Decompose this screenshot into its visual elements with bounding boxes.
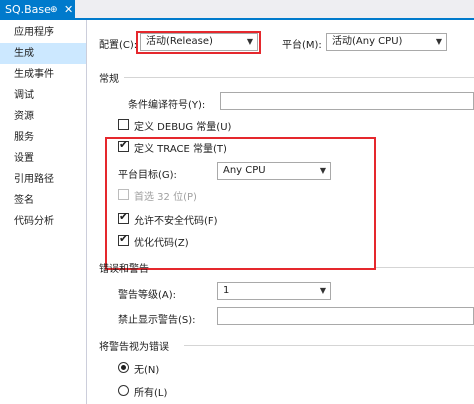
- nav-item-reference-paths[interactable]: 引用路径: [0, 169, 86, 190]
- allow-unsafe-label: 允许不安全代码(F): [134, 216, 218, 227]
- check-icon: ✔: [119, 138, 129, 151]
- nav-item-settings[interactable]: 设置: [0, 148, 86, 169]
- suppress-warnings-label: 禁止显示警告(S):: [118, 315, 196, 326]
- section-title-general: 常规: [99, 74, 119, 85]
- suppress-warnings-input[interactable]: [217, 307, 474, 325]
- define-trace-label: 定义 TRACE 常量(T): [134, 144, 227, 155]
- optimize-code-checkbox[interactable]: ✔: [118, 232, 129, 246]
- platform-value: 活动(Any CPU): [332, 36, 403, 47]
- nav-item-services[interactable]: 服务: [0, 127, 86, 148]
- document-tab[interactable]: SQ.Base ⊕ ✕: [0, 0, 75, 20]
- close-icon[interactable]: ✕: [64, 0, 73, 20]
- treat-warnings-all-label: 所有(L): [134, 388, 168, 399]
- section-title-errors-warnings: 错误和警告: [99, 264, 149, 275]
- nav-item-resources[interactable]: 资源: [0, 106, 86, 127]
- prefer-32bit-label: 首选 32 位(P): [134, 192, 197, 203]
- section-divider: [184, 345, 474, 346]
- section-divider: [124, 77, 474, 78]
- define-trace-checkbox[interactable]: ✔: [118, 138, 129, 152]
- platform-label: 平台(M):: [282, 40, 322, 51]
- highlight-box-options: [105, 137, 376, 270]
- tab-title: SQ.Base: [5, 3, 51, 16]
- configuration-label: 配置(C):: [99, 40, 138, 51]
- nav-item-build[interactable]: 生成: [0, 43, 86, 64]
- build-properties-panel: 配置(C): 活动(Release) ▼ 平台(M): 活动(Any CPU) …: [88, 20, 474, 404]
- define-debug-checkbox[interactable]: [118, 119, 129, 130]
- platform-target-value: Any CPU: [223, 165, 266, 176]
- define-debug-label: 定义 DEBUG 常量(U): [134, 122, 232, 133]
- check-icon: ✔: [119, 232, 129, 245]
- property-pages-nav: 应用程序 生成 生成事件 调试 资源 服务 设置 引用路径 签名 代码分析: [0, 20, 87, 404]
- platform-target-label: 平台目标(G):: [118, 170, 177, 181]
- chevron-down-icon: ▼: [319, 166, 326, 175]
- chevron-down-icon: ▼: [319, 286, 326, 295]
- platform-target-dropdown[interactable]: Any CPU ▼: [217, 162, 331, 180]
- chevron-down-icon: ▼: [435, 37, 442, 46]
- warning-level-dropdown[interactable]: 1 ▼: [217, 282, 331, 300]
- prefer-32bit-checkbox[interactable]: [118, 189, 129, 200]
- nav-item-application[interactable]: 应用程序: [0, 22, 86, 43]
- check-icon: ✔: [119, 210, 129, 223]
- radio-selected-dot: [121, 365, 126, 370]
- nav-item-build-events[interactable]: 生成事件: [0, 64, 86, 85]
- treat-warnings-none-label: 无(N): [134, 365, 160, 376]
- optimize-code-label: 优化代码(Z): [134, 238, 189, 249]
- warning-level-value: 1: [223, 285, 230, 296]
- treat-warnings-all-radio[interactable]: [118, 385, 129, 396]
- treat-warnings-none-radio[interactable]: [118, 362, 129, 373]
- conditional-symbols-input[interactable]: [220, 92, 474, 110]
- nav-item-code-analysis[interactable]: 代码分析: [0, 211, 86, 232]
- warning-level-label: 警告等级(A):: [118, 290, 177, 301]
- highlight-box-configuration: [136, 31, 261, 54]
- allow-unsafe-checkbox[interactable]: ✔: [118, 210, 129, 224]
- conditional-symbols-label: 条件编译符号(Y):: [128, 100, 206, 111]
- platform-dropdown[interactable]: 活动(Any CPU) ▼: [326, 33, 447, 51]
- section-title-treat-warnings: 将警告视为错误: [99, 342, 169, 353]
- section-divider: [376, 267, 474, 268]
- pin-icon[interactable]: ⊕: [50, 0, 58, 20]
- nav-item-signing[interactable]: 签名: [0, 190, 86, 211]
- nav-item-debug[interactable]: 调试: [0, 85, 86, 106]
